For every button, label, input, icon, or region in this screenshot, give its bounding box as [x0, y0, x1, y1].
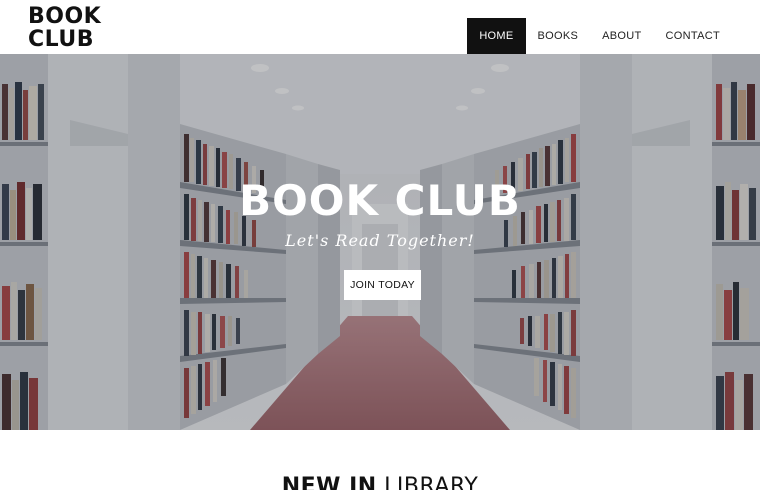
section-heading-strong: NEW IN [281, 474, 377, 490]
site-header: BOOK CLUB HOME BOOKS ABOUT CONTACT [0, 0, 760, 54]
nav-home[interactable]: HOME [467, 18, 526, 54]
main-nav: HOME BOOKS ABOUT CONTACT [467, 18, 732, 54]
nav-about[interactable]: ABOUT [590, 18, 653, 54]
section-heading-new-in-library: NEW IN LIBRARY [0, 474, 760, 490]
nav-contact[interactable]: CONTACT [654, 18, 732, 54]
logo-line-1: BOOK [28, 4, 102, 29]
hero-banner: BOOK CLUB Let's Read Together! JOIN TODA… [0, 54, 760, 430]
section-heading-light: LIBRARY [384, 474, 479, 490]
hero-tagline: Let's Read Together! [285, 231, 475, 250]
join-today-button[interactable]: JOIN TODAY [344, 270, 421, 300]
site-logo[interactable]: BOOK CLUB [28, 5, 138, 51]
nav-books[interactable]: BOOKS [526, 18, 591, 54]
logo-line-2: CLUB [28, 27, 95, 52]
hero-title: BOOK CLUB [239, 176, 521, 225]
